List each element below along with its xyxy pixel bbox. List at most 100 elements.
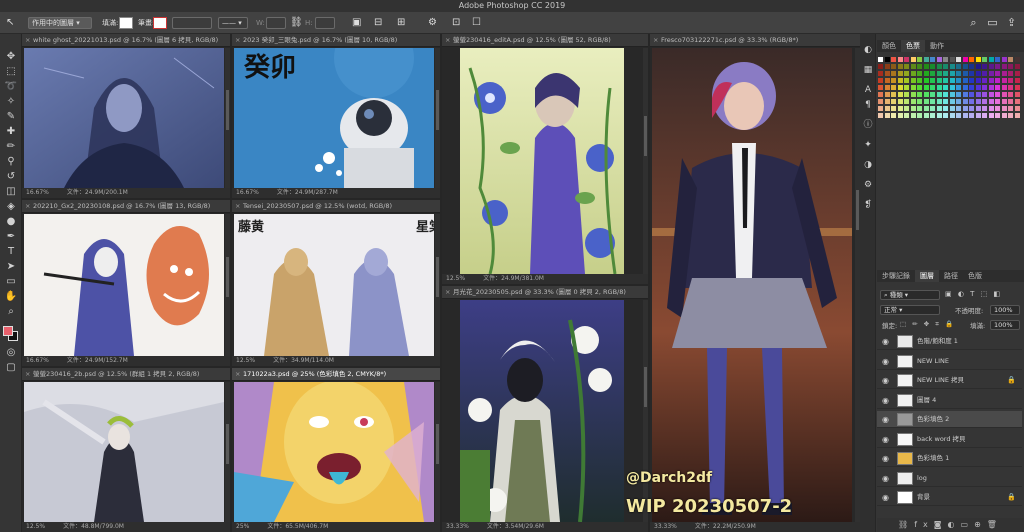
canvas[interactable]: [460, 48, 624, 274]
gear-icon[interactable]: ⚙: [428, 16, 437, 30]
lock-icons[interactable]: ⬚ ✏ ✥ ⌗ 🔒: [900, 320, 955, 329]
layer-row[interactable]: ◉ NEW LINE 拷貝 🔒: [877, 372, 1022, 389]
color-panel-icon[interactable]: ◐: [862, 44, 874, 56]
align-edges-icon[interactable]: ⊡: [452, 16, 460, 30]
layer-row[interactable]: ◉ 背景 🔒: [877, 489, 1022, 506]
vertical-scrollbar[interactable]: [225, 382, 230, 522]
zoom-tool-icon[interactable]: ⌕: [3, 305, 19, 319]
link-icon[interactable]: ⛓: [290, 16, 303, 30]
magic-wand-icon[interactable]: ✧: [3, 95, 19, 109]
folder-icon[interactable]: ▭: [961, 520, 975, 529]
swatch-grid[interactable]: [878, 57, 1022, 121]
close-icon[interactable]: ×: [25, 34, 33, 46]
hand-tool-icon[interactable]: ✋: [3, 290, 19, 304]
foreground-color-swatch[interactable]: [3, 326, 13, 336]
close-icon[interactable]: ×: [25, 368, 33, 380]
trash-icon[interactable]: 🗑: [987, 520, 1003, 529]
document-window-gx2[interactable]: × 202210_Gx2_20230108.psd @ 16.7% (圖層 13,…: [22, 200, 230, 366]
eye-icon[interactable]: ◉: [882, 450, 889, 466]
paint-bucket-icon[interactable]: ◈: [3, 200, 19, 214]
document-tab[interactable]: × white ghost_20221013.psd @ 16.7% (圖層 6 …: [22, 34, 230, 47]
rectangle-tool-icon[interactable]: ▭: [3, 275, 19, 289]
document-tab[interactable]: × Fresco703122271c.psd @ 33.3% (RGB/8*): [650, 34, 860, 47]
tab-history[interactable]: 步驟記錄: [877, 270, 915, 282]
eye-icon[interactable]: ◉: [882, 372, 889, 388]
info-panel-icon[interactable]: ⓘ: [862, 119, 874, 131]
workspace-icon[interactable]: ▭: [985, 15, 1000, 30]
search-icon[interactable]: ⌕: [966, 15, 981, 30]
type-panel-icon[interactable]: A: [862, 84, 874, 96]
path-arrange-icon[interactable]: ⊞: [397, 16, 405, 30]
path-ops-icon[interactable]: ▣: [352, 16, 361, 30]
tab-layers[interactable]: 圖層: [915, 270, 939, 282]
mask-icon[interactable]: ◙: [934, 520, 948, 529]
stroke-width-field[interactable]: [172, 17, 212, 29]
clone-stamp-icon[interactable]: ⚲: [3, 155, 19, 169]
share-icon[interactable]: ⇪: [1004, 15, 1019, 30]
link-layers-icon[interactable]: ⛓: [898, 520, 914, 529]
stroke-type-dropdown[interactable]: —— ▾: [218, 17, 248, 29]
vertical-scrollbar[interactable]: [643, 48, 648, 274]
tab-actions[interactable]: 動作: [925, 40, 949, 52]
document-window-171022a3[interactable]: × 171022a3.psd @ 25% (色彩填色 2, CMYK/8*) 25…: [232, 368, 440, 532]
canvas[interactable]: [652, 48, 852, 522]
close-icon[interactable]: ×: [445, 286, 453, 298]
layer-kind-filter[interactable]: ⌕ 種類 ▾: [880, 290, 940, 300]
vertical-scrollbar[interactable]: [435, 48, 440, 188]
tab-swatches[interactable]: 色票: [901, 40, 925, 52]
close-icon[interactable]: ×: [25, 200, 33, 212]
vertical-scrollbar[interactable]: [435, 382, 440, 522]
layer-row[interactable]: ◉ 圖層 4: [877, 392, 1022, 409]
layer-row[interactable]: ◉ 色彩填色 1: [877, 450, 1022, 467]
pen-tool-icon[interactable]: ✒: [3, 230, 19, 244]
document-window-edita[interactable]: × 螢螢230416_editA.psd @ 12.5% (圖層 52, RGB/…: [442, 34, 648, 284]
vertical-scrollbar[interactable]: [225, 48, 230, 188]
history-brush-icon[interactable]: ↺: [3, 170, 19, 184]
canvas[interactable]: 藤黄 星棠: [234, 214, 434, 356]
lasso-tool-icon[interactable]: ➰: [3, 80, 19, 94]
document-window-white-ghost[interactable]: × white ghost_20221013.psd @ 16.7% (圖層 6 …: [22, 34, 230, 198]
fill-field[interactable]: 100%: [990, 320, 1020, 330]
canvas[interactable]: 癸卯: [234, 48, 434, 188]
tab-channels[interactable]: 色版: [963, 270, 987, 282]
dodge-tool-icon[interactable]: ●: [3, 215, 19, 229]
close-icon[interactable]: ×: [235, 368, 243, 380]
document-window-2b[interactable]: × 螢螢230416_2b.psd @ 12.5% (群組 1 拷貝 2, RGB…: [22, 368, 230, 532]
document-tab[interactable]: × Tensei_20230507.psd @ 12.5% (wotd, RGB/…: [232, 200, 440, 213]
eraser-icon[interactable]: ◫: [3, 185, 19, 199]
tab-paths[interactable]: 路徑: [939, 270, 963, 282]
document-tab[interactable]: × 螢螢230416_editA.psd @ 12.5% (圖層 52, RGB/…: [442, 34, 648, 47]
layer-row[interactable]: ◉ log: [877, 470, 1022, 487]
document-window-fresco[interactable]: ×Fresco703122271c.psd @ 33.3% (RGB/8*): [650, 34, 860, 532]
brush-tool-icon[interactable]: ✏: [3, 140, 19, 154]
document-tab-active[interactable]: × 171022a3.psd @ 25% (色彩填色 2, CMYK/8*): [232, 368, 440, 381]
adjustment-layer-icon[interactable]: ◐: [948, 520, 961, 529]
adjustments-panel-icon[interactable]: ◑: [862, 159, 874, 171]
document-tab[interactable]: × 螢螢230416_2b.psd @ 12.5% (群組 1 拷貝 2, RGB…: [22, 368, 230, 381]
eye-icon[interactable]: ◉: [882, 489, 889, 505]
document-window-tensei[interactable]: × Tensei_20230507.psd @ 12.5% (wotd, RGB/…: [232, 200, 440, 366]
layer-row[interactable]: ◉ NEW LINE: [877, 353, 1022, 370]
fx-icon[interactable]: fx: [914, 520, 934, 529]
move-tool-icon[interactable]: ↖: [6, 16, 14, 30]
new-layer-icon[interactable]: ⊕: [974, 520, 987, 529]
properties-panel-icon[interactable]: ⚙: [862, 179, 874, 191]
close-icon[interactable]: ×: [235, 200, 243, 212]
eye-icon[interactable]: ◉: [882, 353, 889, 369]
canvas[interactable]: [24, 382, 224, 522]
layer-select-dropdown[interactable]: 作用中的圖層 ▾: [28, 17, 92, 29]
layer-row[interactable]: ◉ back word 拷貝: [877, 431, 1022, 448]
eye-icon[interactable]: ◉: [882, 470, 889, 486]
layer-row[interactable]: ◉ 色階/飽和度 1: [877, 333, 1022, 350]
canvas[interactable]: [460, 300, 624, 522]
align-icon[interactable]: ☐: [472, 16, 481, 30]
eye-icon[interactable]: ◉: [882, 411, 889, 427]
eye-icon[interactable]: ◉: [882, 392, 889, 408]
document-window-kuimao[interactable]: × 2023 癸卯_三眼兔.psd @ 16.7% (圖層 10, RGB/8) …: [232, 34, 440, 198]
paragraph-panel-icon[interactable]: ¶: [862, 99, 874, 111]
healing-brush-icon[interactable]: ✚: [3, 125, 19, 139]
document-tab[interactable]: × 2023 癸卯_三眼兔.psd @ 16.7% (圖層 10, RGB/8): [232, 34, 440, 47]
canvas[interactable]: [234, 382, 434, 522]
glyphs-panel-icon[interactable]: ❡: [862, 199, 874, 211]
fill-swatch[interactable]: [119, 17, 133, 29]
